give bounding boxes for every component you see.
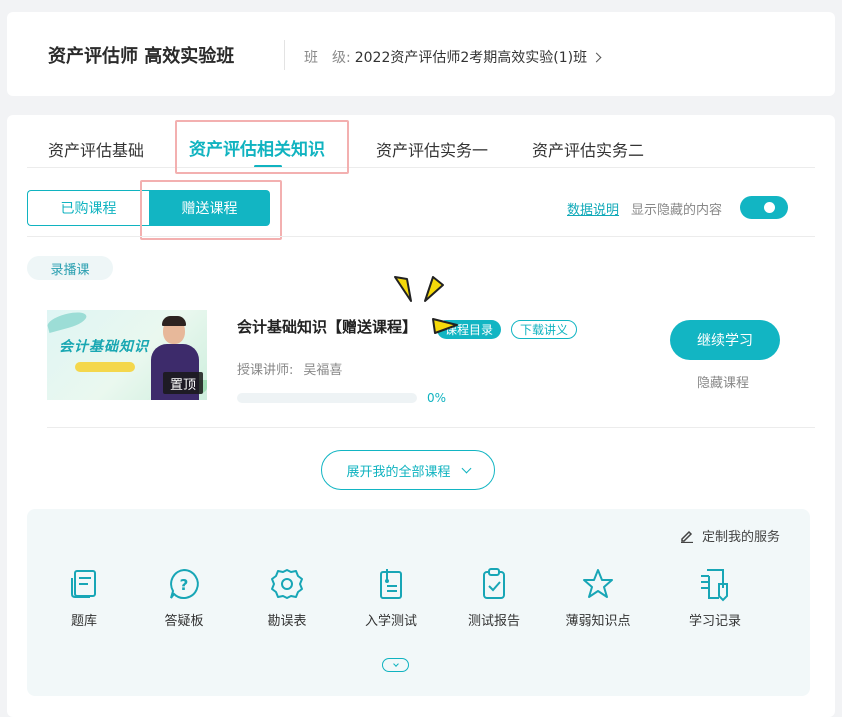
- service-label: 勘误表: [267, 614, 307, 629]
- service-test-report[interactable]: 测试报告: [452, 566, 536, 629]
- service-label: 题库: [70, 614, 97, 629]
- continue-learning-button[interactable]: 继续学习: [670, 320, 780, 360]
- tab-asset-appraisal-related-knowledge[interactable]: 资产评估相关知识: [189, 135, 325, 160]
- star-icon: [583, 569, 613, 598]
- gift-courses-toggle[interactable]: 赠送课程: [149, 190, 270, 226]
- expand-label: 展开我的全部课程: [346, 464, 451, 480]
- service-study-record[interactable]: 学习记录: [673, 566, 757, 629]
- course-panel: 资产评估基础 资产评估相关知识 资产评估实务一 资产评估实务二 已购课程 赠送课…: [7, 115, 835, 717]
- service-weak-points[interactable]: 薄弱知识点: [556, 566, 640, 629]
- progress-percent: 0%: [427, 391, 447, 405]
- tab-asset-appraisal-practice-one[interactable]: 资产评估实务一: [376, 137, 488, 161]
- entrance-test-icon: [380, 569, 402, 599]
- service-entrance-test[interactable]: 入学测试: [349, 566, 433, 629]
- show-hidden-label: 显示隐藏的内容: [631, 203, 723, 218]
- filter-divider: [27, 236, 815, 237]
- switch-knob: [764, 202, 775, 213]
- customize-services-button[interactable]: 定制我的服务: [680, 526, 780, 545]
- hide-course-button[interactable]: 隐藏课程: [697, 372, 749, 391]
- teacher-name: 吴福喜: [303, 363, 343, 378]
- customize-label: 定制我的服务: [701, 530, 780, 545]
- service-question-bank[interactable]: 题库: [42, 566, 126, 629]
- thumbnail-subtitle-bar: [75, 362, 135, 372]
- download-notes-button[interactable]: 下载讲义: [511, 320, 577, 339]
- class-value: 2022资产评估师2考期高效实验(1)班: [354, 50, 588, 66]
- service-qa-board[interactable]: ? 答疑板: [142, 566, 226, 629]
- service-errata[interactable]: 勘误表: [245, 566, 329, 629]
- thumbnail-title: 会计基础知识: [59, 339, 149, 355]
- course-divider: [47, 427, 815, 428]
- record-icon: [701, 569, 728, 602]
- gear-icon: [271, 569, 303, 599]
- question-icon: ?: [170, 568, 199, 599]
- chevron-down-icon: [392, 660, 399, 667]
- header-divider: [284, 40, 285, 70]
- tab-asset-appraisal-basics[interactable]: 资产评估基础: [48, 137, 144, 161]
- class-selector[interactable]: 班 级: 2022资产评估师2考期高效实验(1)班: [304, 47, 602, 67]
- class-label: 班 级:: [304, 50, 351, 66]
- show-hidden-switch[interactable]: [740, 196, 788, 219]
- course-catalog-button[interactable]: 课程目录: [437, 320, 501, 339]
- subject-tabs: 资产评估基础 资产评估相关知识 资产评估实务一 资产评估实务二: [7, 115, 835, 170]
- svg-text:?: ?: [180, 576, 189, 594]
- course-title[interactable]: 会计基础知识【赠送课程】: [237, 316, 417, 337]
- tabs-divider: [27, 167, 815, 168]
- edit-icon: [680, 530, 693, 543]
- leaf-decoration: [47, 310, 89, 333]
- expand-all-courses-button[interactable]: 展开我的全部课程: [321, 450, 495, 490]
- service-label: 答疑板: [164, 614, 204, 629]
- expand-services-button[interactable]: [382, 658, 409, 672]
- class-header-card: 资产评估师 高效实验班 班 级: 2022资产评估师2考期高效实验(1)班: [7, 12, 835, 96]
- course-progress-bar: [237, 393, 417, 403]
- data-explanation-link[interactable]: 数据说明: [567, 199, 619, 218]
- clipboard-check-icon: [483, 568, 505, 599]
- service-label: 入学测试: [364, 614, 417, 629]
- course-type-tag: 录播课: [27, 256, 113, 280]
- service-label: 薄弱知识点: [565, 614, 631, 629]
- chevron-down-icon: [461, 463, 471, 473]
- services-panel: 定制我的服务 题库 ? 答疑板 勘误表 入学测试 测试报告 薄弱知识点 学习记录: [27, 509, 810, 696]
- program-title: 资产评估师 高效实验班: [48, 46, 235, 67]
- course-thumbnail[interactable]: 会计基础知识 置顶: [47, 310, 207, 400]
- service-label: 测试报告: [467, 614, 520, 629]
- tab-asset-appraisal-practice-two[interactable]: 资产评估实务二: [532, 137, 644, 161]
- question-bank-icon: [71, 570, 96, 598]
- chevron-right-icon: [591, 52, 602, 63]
- pin-top-badge[interactable]: 置顶: [163, 372, 203, 394]
- teacher-label: 授课讲师:: [237, 363, 294, 378]
- purchased-courses-toggle[interactable]: 已购课程: [27, 190, 149, 226]
- teacher-info: 授课讲师: 吴福喜: [237, 359, 342, 378]
- service-label: 学习记录: [688, 614, 741, 629]
